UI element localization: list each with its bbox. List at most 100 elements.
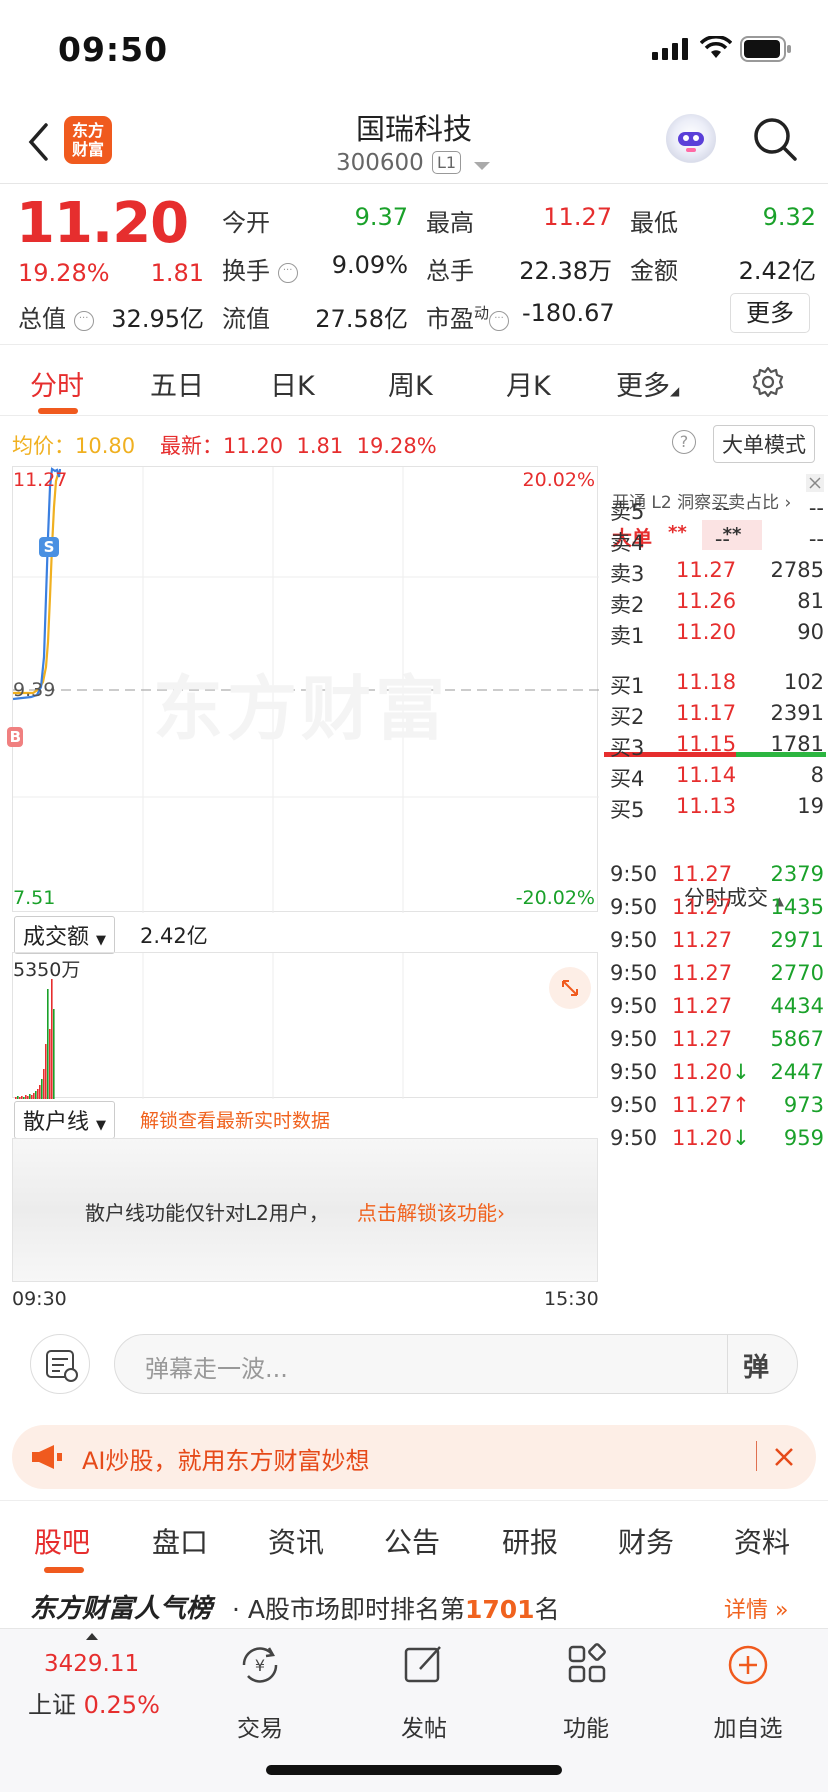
tab-guba[interactable]: 股吧 bbox=[34, 1521, 90, 1561]
tick-volume: 4434 bbox=[770, 994, 824, 1018]
tick-volume: 5867 bbox=[770, 1027, 824, 1051]
tab-five-day[interactable]: 五日 bbox=[150, 364, 204, 403]
help-icon[interactable]: ? bbox=[672, 430, 696, 454]
tick-price: 11.27 bbox=[672, 961, 733, 985]
trade-icon[interactable]: ¥ bbox=[238, 1643, 282, 1687]
more-button[interactable]: 更多 bbox=[730, 293, 810, 333]
amount-label: 金额 bbox=[630, 257, 678, 285]
add-watchlist-button[interactable]: 加自选 bbox=[688, 1709, 808, 1743]
tick-price: 11.27↑ bbox=[672, 1093, 750, 1117]
tab-finance[interactable]: 财务 bbox=[618, 1521, 674, 1561]
ask-row: 卖4 -- -- bbox=[610, 527, 826, 561]
ai-assistant-icon[interactable] bbox=[666, 114, 716, 164]
info-icon: ··· bbox=[489, 311, 510, 331]
popularity-rank-row[interactable]: 东方财富人气榜 · A股市场即时排名第1701名 详情 » bbox=[0, 1580, 828, 1628]
expand-icon[interactable] bbox=[549, 967, 591, 1009]
nav-bar: 东方 财富 国瑞科技 300600 L1 bbox=[0, 100, 828, 184]
bid-volume: 2391 bbox=[770, 701, 824, 725]
index-value[interactable]: 3429.11 bbox=[44, 1651, 139, 1677]
volume-selector[interactable]: 成交额 ▼ bbox=[14, 916, 116, 954]
chevron-down-icon[interactable] bbox=[474, 162, 490, 170]
unlock-feature-link[interactable]: 点击解锁该功能› bbox=[357, 1197, 505, 1226]
ask-price: -- bbox=[714, 527, 730, 551]
volume-bar bbox=[39, 1085, 41, 1099]
functions-button[interactable]: 功能 bbox=[526, 1709, 646, 1743]
ask-volume: -- bbox=[808, 496, 824, 520]
rank-text: · A股市场即时排名第1701名 bbox=[232, 1595, 560, 1624]
ask-row: 卖5 -- -- bbox=[610, 496, 826, 530]
danmu-list-icon[interactable] bbox=[30, 1334, 90, 1394]
volume-bar bbox=[21, 1096, 23, 1099]
rank-detail-link[interactable]: 详情 » bbox=[724, 1592, 788, 1624]
tab-monthly-k[interactable]: 月K bbox=[506, 364, 551, 403]
big-order-mode-button[interactable]: 大单模式 bbox=[713, 425, 815, 463]
change-amount: 1.81 bbox=[150, 259, 204, 287]
tab-news[interactable]: 资讯 bbox=[268, 1521, 324, 1561]
search-icon[interactable] bbox=[752, 116, 798, 162]
tick-row: 9:50 11.27↑ 973 bbox=[610, 1093, 826, 1127]
y-bottom-price: 7.51 bbox=[13, 887, 56, 909]
tick-row: 9:50 11.20↓ 2447 bbox=[610, 1060, 826, 1094]
tab-research[interactable]: 研报 bbox=[502, 1521, 558, 1561]
mcap-label: 总值 ··· bbox=[18, 299, 94, 334]
price-summary-row: 均价：10.80 最新：11.20 1.81 19.28% ? 大单模式 bbox=[0, 418, 828, 466]
add-watchlist-icon[interactable] bbox=[726, 1643, 770, 1687]
pe-label: 市盈动 ··· bbox=[426, 299, 510, 334]
close-icon[interactable] bbox=[806, 474, 824, 492]
bid-row: 买2 11.17 2391 bbox=[610, 701, 826, 735]
close-icon[interactable] bbox=[774, 1447, 794, 1467]
buy-marker[interactable]: B bbox=[7, 727, 23, 747]
volume-bar bbox=[53, 1009, 55, 1099]
ask-volume: 90 bbox=[797, 620, 824, 644]
battery-icon bbox=[740, 36, 791, 62]
bid-row: 买3 11.15 1781 bbox=[610, 732, 826, 766]
post-icon[interactable] bbox=[402, 1643, 446, 1687]
trade-button[interactable]: 交易 bbox=[200, 1709, 320, 1743]
tab-daily-k[interactable]: 日K bbox=[270, 364, 315, 403]
ask-label: 卖4 bbox=[610, 531, 645, 555]
unlock-hint-link[interactable]: 解锁查看最新实时数据 bbox=[140, 1106, 330, 1133]
ask-label: 卖5 bbox=[610, 500, 645, 524]
tick-volume: 959 bbox=[783, 1126, 824, 1150]
tick-row: 9:50 11.27 2379 bbox=[610, 862, 826, 896]
functions-icon[interactable] bbox=[564, 1643, 608, 1687]
tick-row: 9:50 11.27 1435 bbox=[610, 895, 826, 929]
float-label: 流值 bbox=[222, 305, 270, 333]
volume-chart[interactable]: 5350万 bbox=[12, 952, 598, 1099]
market-level-badge[interactable]: L1 bbox=[432, 151, 462, 174]
sell-marker[interactable]: S bbox=[39, 537, 59, 557]
megaphone-icon bbox=[32, 1445, 62, 1469]
intraday-chart[interactable]: 东方财富 11.27 20.02% 9.39 7.51 -20.02% S B bbox=[7, 466, 599, 913]
retail-line-selector[interactable]: 散户线 ▼ bbox=[14, 1101, 116, 1139]
info-icon: ··· bbox=[277, 263, 298, 283]
ask-volume: 81 bbox=[797, 589, 824, 613]
volume-max-label: 5350万 bbox=[13, 959, 81, 981]
bid-volume: 19 bbox=[797, 794, 824, 818]
bid-price: 11.17 bbox=[676, 701, 737, 725]
tab-intraday[interactable]: 分时 bbox=[30, 364, 84, 403]
tick-price: 11.27 bbox=[672, 928, 733, 952]
settings-icon[interactable] bbox=[752, 366, 784, 398]
mcap-value: 32.95亿 bbox=[111, 305, 204, 333]
tick-volume: 2379 bbox=[770, 862, 824, 886]
change-percent: 19.28% bbox=[18, 259, 110, 287]
home-indicator bbox=[266, 1765, 562, 1775]
post-button[interactable]: 发帖 bbox=[364, 1709, 484, 1743]
tab-weekly-k[interactable]: 周K bbox=[388, 364, 433, 403]
danmu-send-button[interactable]: 弹 bbox=[743, 1347, 769, 1384]
tab-announcement[interactable]: 公告 bbox=[384, 1521, 440, 1561]
stock-code[interactable]: 300600 bbox=[336, 150, 424, 176]
volume-bar bbox=[51, 979, 53, 1099]
open-label: 今开 bbox=[222, 209, 270, 237]
tab-profile[interactable]: 资料 bbox=[734, 1521, 790, 1561]
volume-bar bbox=[25, 1095, 27, 1099]
low-value: 9.32 bbox=[762, 203, 816, 231]
index-name[interactable]: 上证 0.25% bbox=[28, 1685, 160, 1720]
wifi-icon bbox=[700, 36, 732, 58]
tick-volume: 2770 bbox=[770, 961, 824, 985]
tab-pankou[interactable]: 盘口 bbox=[152, 1521, 208, 1561]
ai-promo-banner[interactable]: AI炒股，就用东方财富妙想 bbox=[12, 1425, 816, 1489]
tab-more[interactable]: 更多◢ bbox=[616, 364, 679, 403]
danmu-input[interactable]: 弹幕走一波... 弹 bbox=[114, 1334, 798, 1394]
tick-price: 11.27 bbox=[672, 994, 733, 1018]
